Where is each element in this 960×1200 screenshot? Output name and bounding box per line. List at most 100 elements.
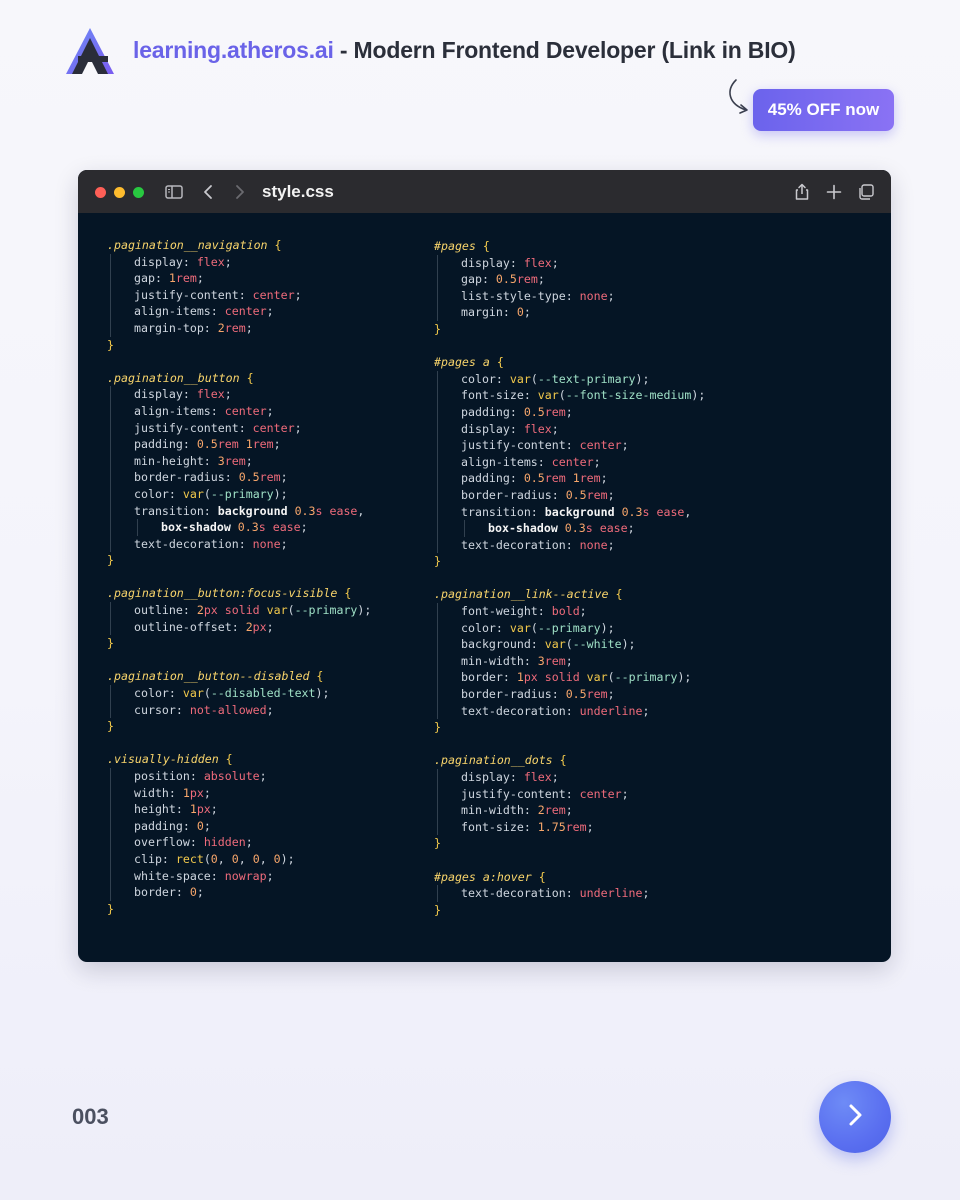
code-token: ease <box>599 521 628 536</box>
code-token: ; <box>294 287 302 302</box>
code-token: ; <box>266 868 274 883</box>
maximize-window-button[interactable] <box>133 187 144 198</box>
code-token: px <box>189 785 204 800</box>
code-token: 0.3 <box>621 504 643 519</box>
code-token: #pages a:hover <box>434 869 532 884</box>
code-token: ; <box>565 803 573 818</box>
code-token: } <box>107 553 114 568</box>
curved-arrow-icon <box>722 78 754 118</box>
code-token: 0.5 <box>238 470 260 485</box>
code-token: ; <box>203 818 211 833</box>
code-token: ( <box>203 486 211 501</box>
atheros-logo <box>64 26 116 76</box>
tabs-overview-icon[interactable] <box>856 182 876 202</box>
code-token: 0 <box>196 818 204 833</box>
code-token: bold <box>551 604 580 619</box>
code-token: background <box>544 504 615 519</box>
code-token: rem <box>565 819 587 834</box>
code-token: ; <box>259 769 267 783</box>
code-token: ; <box>607 487 615 502</box>
code-token: 0 <box>516 305 524 320</box>
chevron-right-icon <box>841 1101 869 1134</box>
code-token: ; <box>196 885 204 900</box>
code-token: background: <box>461 637 545 652</box>
code-token: var <box>509 371 531 386</box>
code-token: .pagination__dots <box>434 753 553 768</box>
brand-link[interactable]: learning.atheros.ai <box>133 37 334 63</box>
code-token: { <box>309 669 324 684</box>
code-token: var <box>266 603 288 618</box>
code-token: ; <box>224 254 232 269</box>
code-token: padding: <box>461 404 524 419</box>
code-token: ease <box>272 520 301 535</box>
code-token: 1.75 <box>537 819 566 834</box>
code-token: .pagination__link--active <box>434 587 609 602</box>
code-token: ); <box>677 670 692 685</box>
code-token: rem <box>224 320 246 335</box>
code-token: 0.3 <box>564 521 586 536</box>
code-token: ); <box>691 388 706 403</box>
code-line: align-items: center; <box>434 453 705 471</box>
code-token: } <box>107 337 114 352</box>
code-line: text-decoration: underline; <box>434 885 705 902</box>
code-token: } <box>434 836 441 851</box>
share-icon[interactable] <box>792 182 812 202</box>
code-token: .pagination__navigation <box>107 238 268 252</box>
code-token: rect <box>175 851 204 866</box>
code-token: text-decoration: <box>461 537 580 552</box>
code-line: transition: background 0.3s ease, <box>107 502 371 520</box>
code-token: display: <box>461 770 524 784</box>
code-token: rem <box>579 471 601 486</box>
code-token: position: <box>134 769 204 783</box>
code-token: hidden <box>203 835 246 850</box>
code-token: ; <box>273 437 281 452</box>
code-token: box-shadow <box>161 520 231 535</box>
code-line: } <box>434 553 705 570</box>
forward-chevron-icon[interactable] <box>229 182 249 202</box>
code-line: #pages a { <box>434 354 705 371</box>
code-token: nowrap <box>224 868 267 883</box>
code-line: border: 0; <box>107 884 371 901</box>
next-page-button[interactable] <box>819 1081 891 1153</box>
code-token: --font-size-medium <box>565 388 692 403</box>
minimize-window-button[interactable] <box>114 187 125 198</box>
code-token: ; <box>300 520 308 535</box>
close-window-button[interactable] <box>95 187 106 198</box>
code-token: margin-top: <box>134 320 218 335</box>
new-tab-icon[interactable] <box>824 182 844 202</box>
code-token: s <box>642 504 650 519</box>
code-token: white-space: <box>134 868 225 883</box>
code-token: center <box>224 403 267 418</box>
promo-badge[interactable]: 45% OFF now <box>753 89 894 131</box>
code-token: rem <box>544 404 566 419</box>
code-token: 0.3 <box>294 503 316 518</box>
code-token: align-items: <box>134 304 225 319</box>
code-token: #pages a <box>434 355 490 370</box>
code-token: border: <box>461 670 517 685</box>
code-token: ); <box>273 486 288 501</box>
code-token: ; <box>203 785 211 800</box>
code-token: min-width: <box>461 803 538 818</box>
code-token: text-decoration: <box>461 703 580 718</box>
code-token: } <box>434 554 441 569</box>
code-token: ( <box>203 851 211 866</box>
code-token: { <box>552 753 567 768</box>
code-line: justify-content: center; <box>434 437 705 454</box>
code-token: ; <box>280 536 288 551</box>
code-token: , <box>238 851 253 866</box>
code-token: s <box>315 503 323 518</box>
code-token: 0.5 <box>495 272 517 287</box>
back-chevron-icon[interactable] <box>199 182 219 202</box>
code-token: padding: <box>134 437 197 452</box>
code-token: 2 <box>537 803 545 818</box>
code-token: box-shadow <box>488 521 558 536</box>
code-token: ); <box>600 620 615 635</box>
code-token: ( <box>530 620 538 635</box>
sidebar-icon[interactable] <box>164 182 184 202</box>
code-token: ; <box>565 404 573 419</box>
code-token: transition: <box>134 503 218 518</box>
